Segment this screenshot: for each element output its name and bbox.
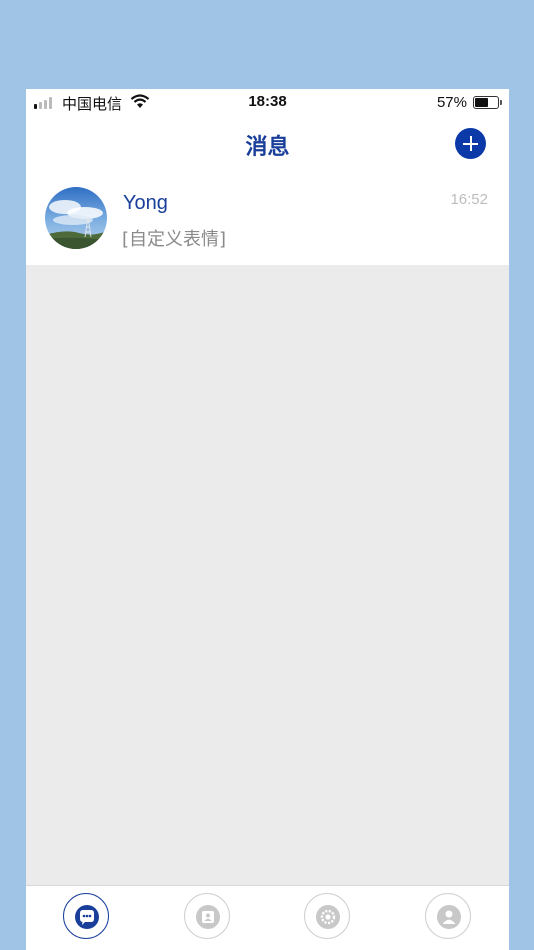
tab-contacts[interactable]	[184, 893, 230, 939]
discover-gear-icon	[316, 905, 340, 929]
battery-percent: 57%	[436, 94, 467, 111]
avatar	[45, 187, 107, 249]
add-button[interactable]	[455, 128, 486, 159]
tab-profile[interactable]	[425, 893, 471, 939]
contact-name: Yong	[123, 192, 168, 214]
chat-bubble-icon	[75, 905, 99, 929]
status-bar: 中国电信 18:38 57%	[26, 89, 509, 115]
page-title: 消息	[245, 135, 290, 160]
tab-messages[interactable]	[63, 893, 109, 939]
phone-screen: 中国电信 18:38 57% 消息 Yong [自定义表情] 16:52	[26, 89, 509, 950]
tab-discover[interactable]	[304, 893, 350, 939]
message-time: 16:52	[450, 191, 488, 208]
message-list: Yong [自定义表情] 16:52	[26, 173, 509, 265]
message-preview: [自定义表情]	[122, 229, 227, 250]
tab-bar	[26, 885, 509, 950]
profile-person-icon	[437, 905, 461, 929]
nav-bar: 消息	[26, 115, 509, 173]
list-item[interactable]: Yong [自定义表情] 16:52	[26, 173, 509, 265]
contacts-card-icon	[196, 905, 220, 929]
battery-icon	[473, 96, 502, 109]
